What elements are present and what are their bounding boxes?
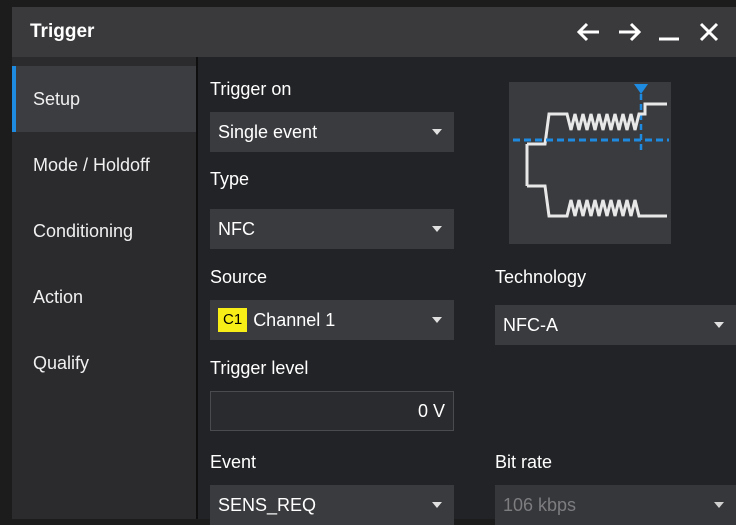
- arrow-right-icon[interactable]: [616, 17, 642, 47]
- chevron-down-icon: [714, 502, 724, 508]
- trigger-preview-icon: [509, 82, 671, 244]
- dialog-title: Trigger: [30, 21, 95, 42]
- trigger-level-value: 0 V: [417, 400, 445, 421]
- sidebar-item-label: Setup: [33, 88, 81, 109]
- sidebar-item-label: Action: [33, 286, 84, 307]
- setup-panel: Trigger on Single event Type NFC Source …: [198, 57, 736, 525]
- trigger-on-dropdown[interactable]: Single event: [210, 112, 454, 152]
- sidebar-item-label: Mode / Holdoff: [33, 154, 150, 175]
- sidebar: Setup Mode / Holdoff Conditioning Action…: [12, 57, 196, 519]
- source-value: Channel 1: [253, 309, 336, 330]
- chevron-down-icon: [432, 226, 442, 232]
- chevron-down-icon: [432, 317, 442, 323]
- technology-value: NFC-A: [503, 314, 558, 335]
- event-label: Event: [210, 452, 257, 472]
- trigger-level-label: Trigger level: [210, 358, 309, 378]
- bit-rate-value: 106 kbps: [503, 494, 577, 515]
- trigger-on-value: Single event: [218, 121, 318, 142]
- sidebar-item-qualify[interactable]: Qualify: [12, 330, 196, 396]
- event-value: SENS_REQ: [218, 494, 317, 515]
- source-label: Source: [210, 267, 268, 287]
- trigger-level-field[interactable]: 0 V: [210, 391, 454, 431]
- sidebar-item-label: Qualify: [33, 352, 90, 373]
- close-icon[interactable]: [696, 17, 722, 47]
- minimize-icon[interactable]: [656, 17, 682, 47]
- arrow-left-icon[interactable]: [576, 17, 602, 47]
- chevron-down-icon: [432, 502, 442, 508]
- type-dropdown[interactable]: NFC: [210, 209, 454, 249]
- sidebar-item-setup[interactable]: Setup: [12, 66, 196, 132]
- sidebar-item-action[interactable]: Action: [12, 264, 196, 330]
- chevron-down-icon: [432, 129, 442, 135]
- title-bar[interactable]: Trigger: [12, 7, 736, 57]
- technology-dropdown[interactable]: NFC-A: [495, 305, 736, 345]
- type-value: NFC: [218, 218, 255, 239]
- title-controls: [576, 7, 722, 57]
- chevron-down-icon: [714, 322, 724, 328]
- sidebar-item-label: Conditioning: [33, 220, 134, 241]
- channel-badge: C1: [218, 308, 248, 332]
- technology-label: Technology: [495, 267, 587, 287]
- type-label: Type: [210, 169, 250, 189]
- event-dropdown[interactable]: SENS_REQ: [210, 485, 454, 525]
- sidebar-item-conditioning[interactable]: Conditioning: [12, 198, 196, 264]
- bit-rate-dropdown: 106 kbps: [495, 485, 736, 525]
- trigger-on-label: Trigger on: [210, 79, 292, 99]
- source-dropdown[interactable]: C1 Channel 1: [210, 300, 454, 340]
- trigger-dialog: Trigger Setup Mode / Holdoff Conditionin…: [12, 7, 736, 525]
- sidebar-item-mode-holdoff[interactable]: Mode / Holdoff: [12, 132, 196, 198]
- bit-rate-label: Bit rate: [495, 452, 553, 472]
